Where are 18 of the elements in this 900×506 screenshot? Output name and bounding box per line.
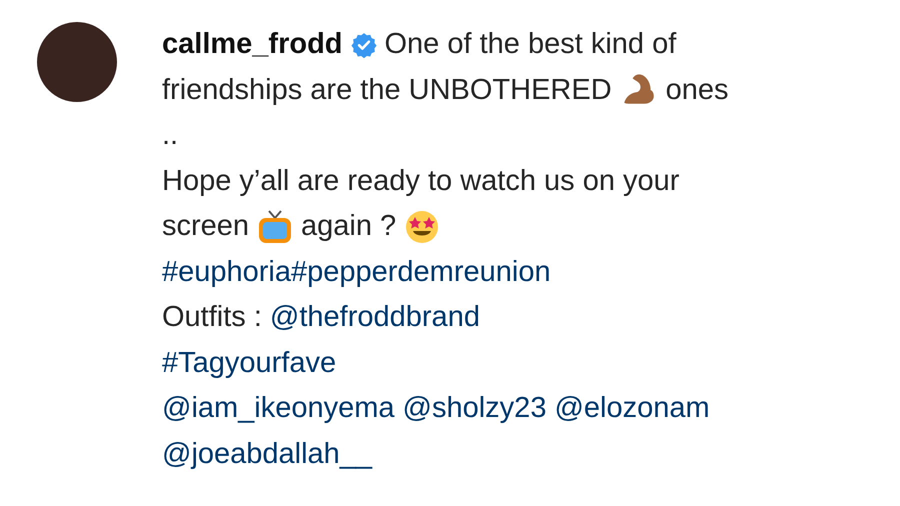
- mention-link[interactable]: @elozonam: [554, 392, 710, 426]
- mention-link[interactable]: @iam_ikeonyema: [162, 392, 395, 426]
- caption-text: ..: [162, 119, 178, 152]
- caption-text: Hope y’all are ready to watch us on your: [162, 164, 680, 198]
- caption-text: again ?: [301, 210, 396, 244]
- mention-link[interactable]: @sholzy23: [402, 392, 546, 426]
- caption-text: Outfits :: [162, 301, 262, 334]
- hashtag-link[interactable]: #Tagyourfave: [162, 346, 336, 380]
- television-icon: [257, 208, 294, 245]
- username-link[interactable]: callme_frodd: [162, 28, 342, 62]
- caption-text: screen: [162, 210, 250, 244]
- caption-text: friendships are the UNBOTHERED: [162, 74, 612, 107]
- mention-link[interactable]: @thefroddbrand: [270, 301, 480, 334]
- star-eyes-face-icon: [404, 208, 440, 245]
- mention-link[interactable]: @joeabdallah__: [162, 438, 372, 471]
- hashtag-link[interactable]: #euphoria#pepperdemreunion: [162, 256, 551, 289]
- caption-text: One of the best kind of: [384, 28, 676, 62]
- caption-text: ones: [666, 74, 729, 107]
